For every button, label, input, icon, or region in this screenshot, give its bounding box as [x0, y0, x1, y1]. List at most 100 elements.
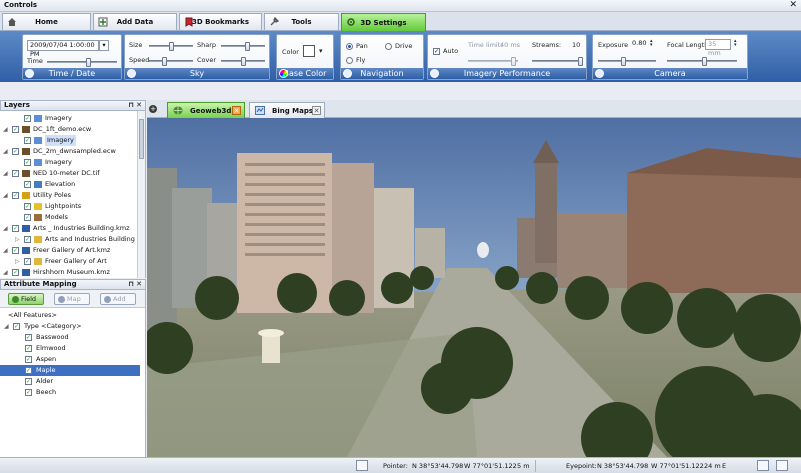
expander-icon[interactable]: ◢ [3, 146, 9, 157]
layer-checkbox[interactable]: ✓ [24, 236, 31, 243]
layer-item[interactable]: ◢ ✓ NED 10-meter DC.tif [0, 168, 136, 179]
scrollbar-thumb[interactable] [139, 119, 144, 159]
tab-add-data[interactable]: Add Data [93, 13, 177, 30]
expander-icon[interactable]: ◢ [3, 168, 9, 179]
size-slider[interactable] [149, 42, 193, 51]
layer-item[interactable]: ✓ Elevation [0, 179, 136, 190]
attribute-item[interactable]: ✓ Maple [0, 365, 140, 376]
layer-item[interactable]: ◢ ✓ Arts _ Industries Building.kmz [0, 223, 136, 234]
layer-item[interactable]: ▷ ✓ Freer Gallery of Art [0, 256, 136, 267]
slider-thumb[interactable] [245, 42, 251, 51]
chevron-down-icon[interactable]: ▾ [99, 40, 109, 51]
layer-checkbox[interactable]: ✓ [12, 247, 19, 254]
close-icon[interactable]: ✕ [789, 0, 797, 10]
layer-checkbox[interactable]: ✓ [12, 148, 19, 155]
add-tab-icon[interactable]: + [149, 105, 157, 113]
tab-bing-maps[interactable]: Bing Maps ✕ [249, 102, 325, 118]
color-swatch[interactable] [303, 45, 315, 57]
3d-viewport[interactable] [147, 118, 801, 457]
streams-slider[interactable] [532, 57, 583, 66]
attribute-checkbox[interactable]: ✓ [13, 323, 20, 330]
expander-icon[interactable]: ◢ [4, 321, 10, 332]
attribute-item[interactable]: ✓ Aspen [0, 354, 140, 365]
chevron-down-icon[interactable]: ▾ [319, 47, 323, 55]
expander-icon[interactable]: ▷ [15, 256, 21, 267]
screenshot-icon[interactable] [757, 460, 769, 471]
slider-thumb[interactable] [578, 57, 583, 66]
layer-item[interactable]: ▷ ✓ Arts and Industries Building [0, 234, 136, 245]
tab-home[interactable]: Home [2, 13, 91, 30]
time-limit-slider[interactable] [468, 57, 518, 66]
fly-radio[interactable] [346, 57, 353, 64]
layer-checkbox[interactable]: ✓ [24, 181, 31, 188]
layer-checkbox[interactable]: ✓ [24, 203, 31, 210]
layers-scrollbar[interactable] [137, 111, 145, 278]
attribute-item[interactable]: ✓ Basswood [0, 332, 140, 343]
layer-checkbox[interactable]: ✓ [12, 225, 19, 232]
focal-length-slider[interactable] [667, 57, 737, 66]
speed-slider[interactable] [149, 57, 193, 66]
layer-item[interactable]: ◢ ✓ Utility Poles [0, 190, 136, 201]
layer-item[interactable]: ✓ Imagery [0, 113, 136, 124]
tab-tools[interactable]: Tools [264, 13, 339, 30]
auto-checkbox[interactable]: ✓ [433, 48, 440, 55]
pan-radio[interactable] [346, 43, 353, 50]
layer-checkbox[interactable]: ✓ [12, 170, 19, 177]
expander-icon[interactable]: ◢ [3, 223, 9, 234]
attribute-item[interactable]: ✓ Alder [0, 376, 140, 387]
slider-thumb[interactable] [621, 57, 627, 66]
attribute-item[interactable]: ✓ Beech [0, 387, 140, 398]
cover-slider[interactable] [221, 57, 265, 66]
exposure-value[interactable]: 0.80 [630, 39, 648, 50]
view-mode-icon[interactable] [356, 460, 368, 471]
time-slider[interactable] [47, 58, 117, 67]
attribute-checkbox[interactable]: ✓ [25, 389, 32, 396]
attribute-checkbox[interactable]: ✓ [25, 367, 32, 374]
layer-item[interactable]: ✓ Imagery [0, 157, 136, 168]
layer-item[interactable]: ✓ Lightpoints [0, 201, 136, 212]
slider-thumb[interactable] [240, 57, 246, 66]
layer-item[interactable]: ◢ ✓ Hirshhorn Museum.kmz [0, 267, 136, 278]
expander-icon[interactable]: ◢ [3, 190, 9, 201]
focal-length-value[interactable]: 35 mm [705, 39, 731, 57]
exposure-spinner[interactable]: ▴ ▾ [650, 39, 653, 48]
exposure-slider[interactable] [598, 57, 656, 66]
layer-checkbox[interactable]: ✓ [12, 192, 19, 199]
attribute-item[interactable]: ✓ Elmwood [0, 343, 140, 354]
tab-geoweb3d[interactable]: Geoweb3d ✕ [167, 102, 245, 118]
attribute-item[interactable]: ◢ ✓ Type <Category> [0, 321, 140, 332]
add-button[interactable]: Add [100, 293, 136, 305]
layer-item[interactable]: ◢ ✓ Freer Gallery of Art.kmz [0, 245, 136, 256]
layer-item[interactable]: ✓ Imagery [0, 135, 136, 146]
attribute-checkbox[interactable]: ✓ [25, 356, 32, 363]
slider-thumb[interactable] [702, 57, 707, 66]
layer-item[interactable]: ✓ Models [0, 212, 136, 223]
attribute-checkbox[interactable]: ✓ [25, 378, 32, 385]
datetime-input[interactable]: 2009/07/04 1:00:00 PM [27, 40, 99, 58]
close-icon[interactable]: ✕ [312, 106, 321, 115]
sharp-slider[interactable] [221, 42, 265, 51]
pin-icon[interactable]: ⊓ [128, 101, 134, 110]
settings-icon[interactable] [776, 460, 788, 471]
field-button[interactable]: Field [8, 293, 44, 305]
layer-checkbox[interactable]: ✓ [12, 269, 19, 276]
layer-item[interactable]: ◢ ✓ DC_1ft_demo.ecw [0, 124, 136, 135]
attribute-checkbox[interactable]: ✓ [25, 345, 32, 352]
expander-icon[interactable]: ◢ [3, 245, 9, 256]
tab-3d-settings[interactable]: 3D Settings [341, 13, 426, 31]
layer-item[interactable]: ◢ ✓ DC_2m_dwnsampled.ecw [0, 146, 136, 157]
close-icon[interactable]: ✕ [136, 101, 142, 110]
slider-thumb[interactable] [510, 57, 516, 66]
layer-checkbox[interactable]: ✓ [24, 214, 31, 221]
attribute-item[interactable]: <All Features> [0, 310, 140, 321]
pin-icon[interactable]: ⊓ [128, 280, 134, 289]
focal-length-spinner[interactable]: ▴ ▾ [734, 39, 737, 48]
layer-checkbox[interactable]: ✓ [24, 115, 31, 122]
slider-thumb[interactable] [168, 42, 174, 51]
slider-thumb[interactable] [85, 58, 91, 67]
expander-icon[interactable]: ◢ [3, 267, 9, 278]
drive-radio[interactable] [385, 43, 392, 50]
map-button[interactable]: Map [54, 293, 90, 305]
layer-checkbox[interactable]: ✓ [24, 159, 31, 166]
expander-icon[interactable]: ▷ [15, 234, 21, 245]
